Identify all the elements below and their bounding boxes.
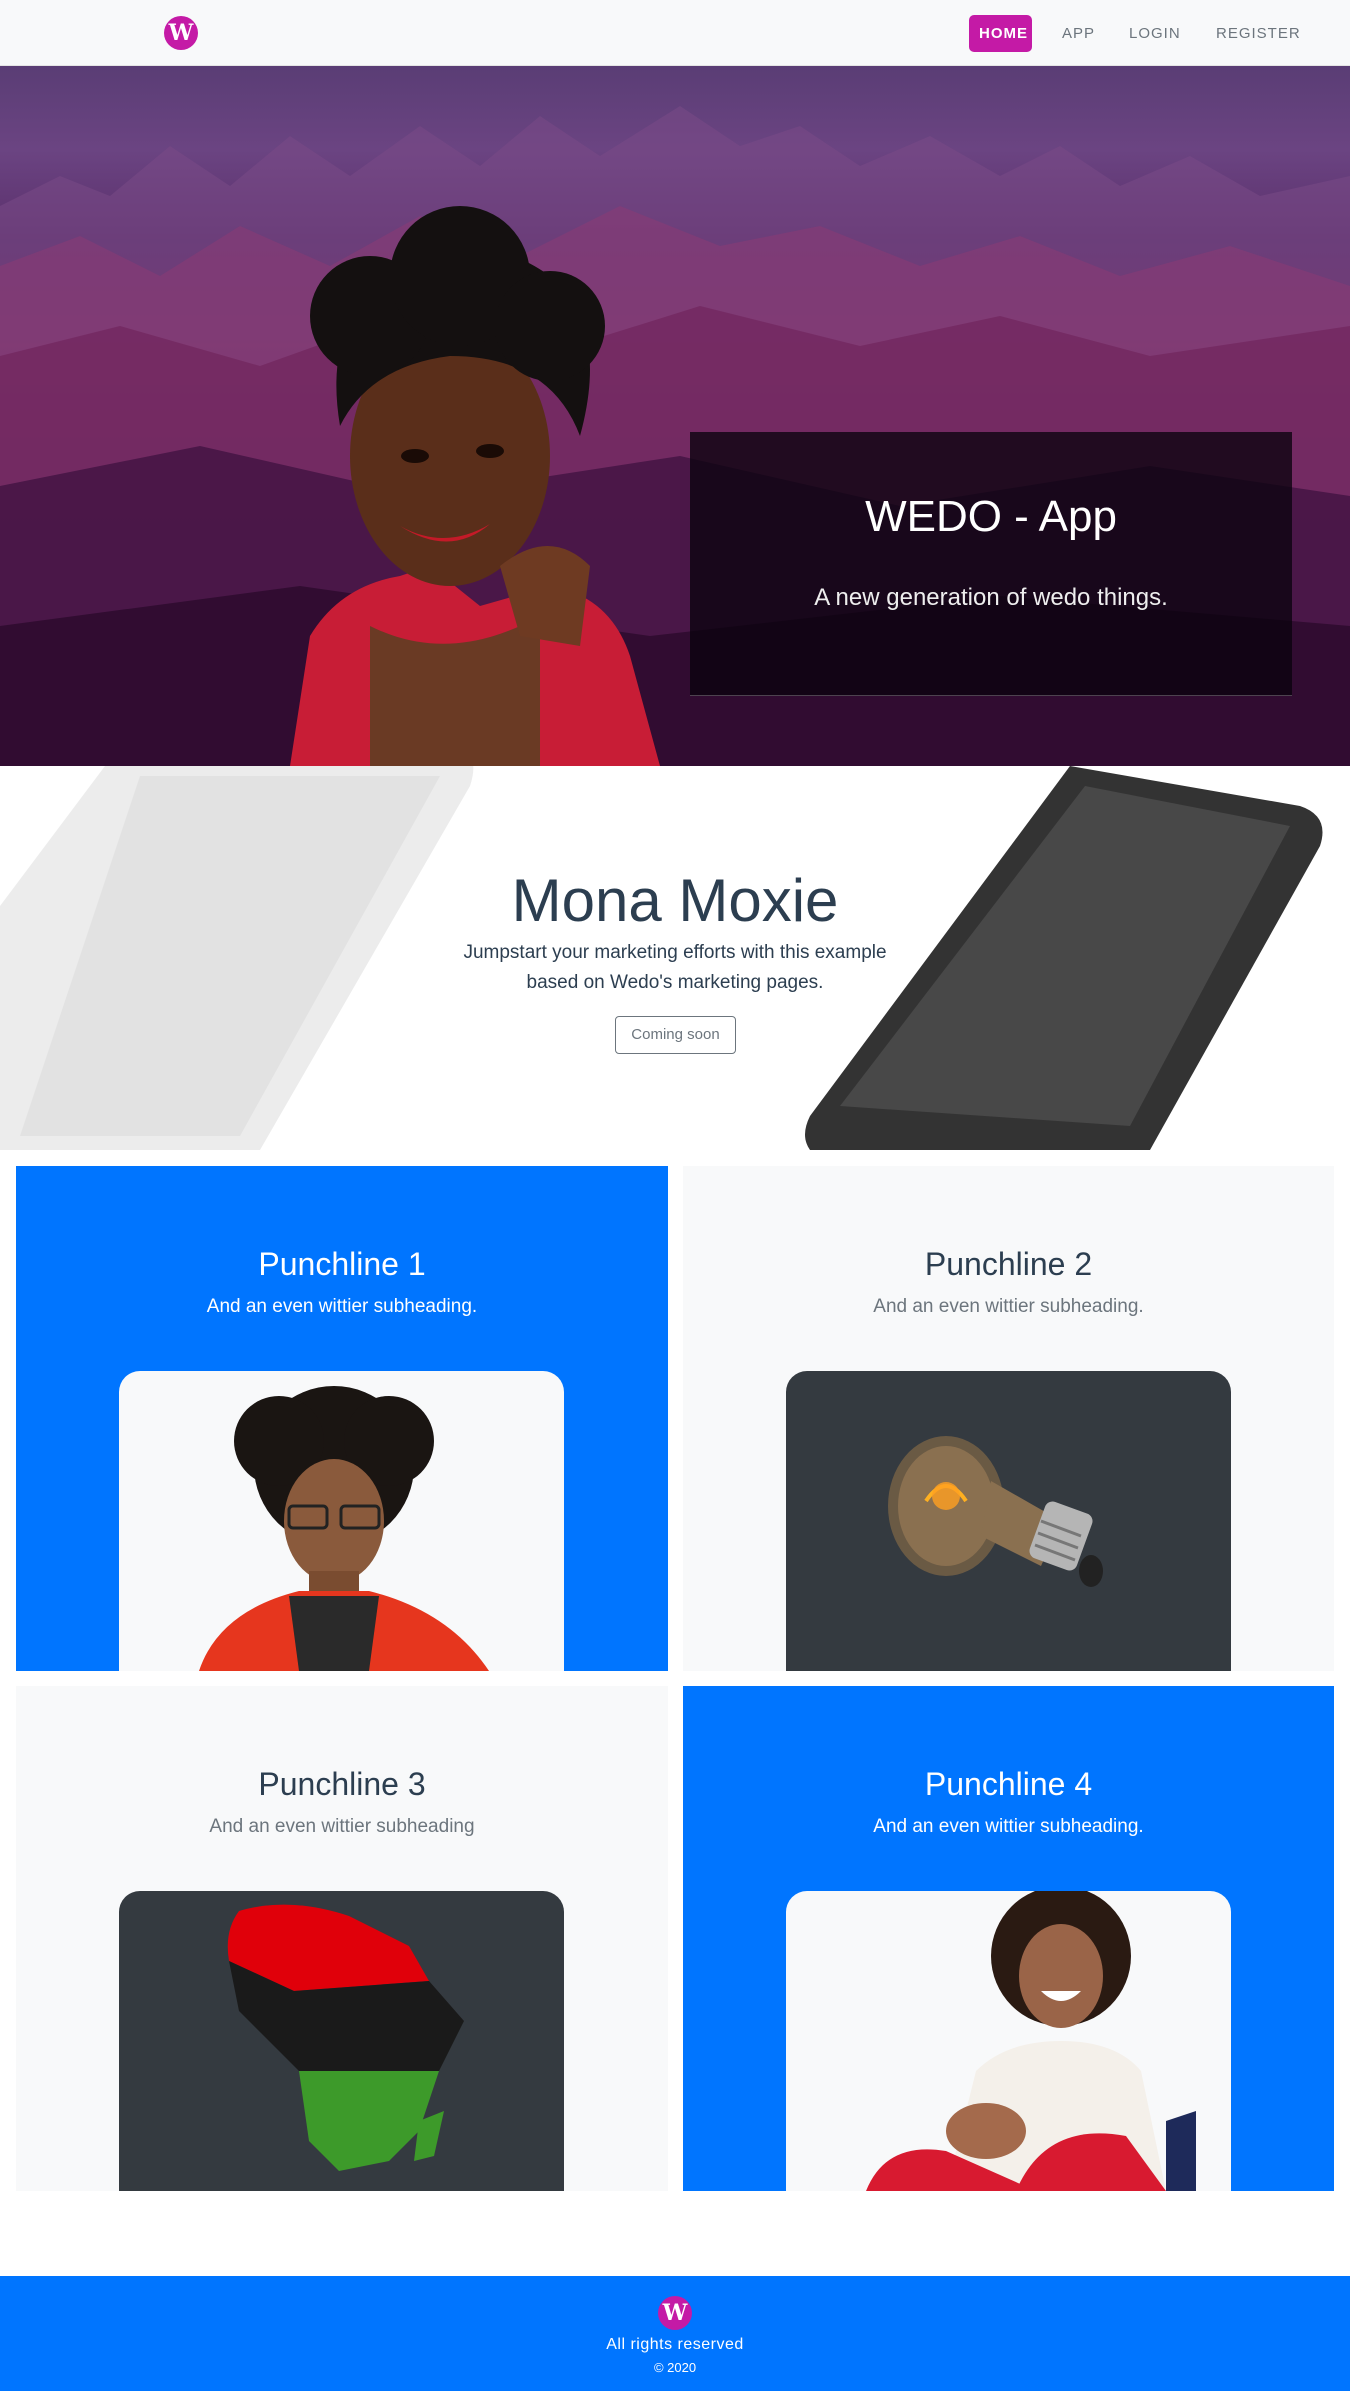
hero-subtitle: A new generation of wedo things. (814, 584, 1168, 611)
hero-woman-image (290, 206, 660, 766)
feature-card-4: Punchline 4 And an even wittier subheadi… (683, 1686, 1334, 2191)
feature-card-2: Punchline 2 And an even wittier subheadi… (683, 1166, 1334, 1671)
navbar: W Home App Login Register (0, 0, 1350, 66)
feature-subtitle: And an even wittier subheading. (873, 1816, 1144, 1837)
feature-card-3: Punchline 3 And an even wittier subheadi… (16, 1686, 668, 2191)
promo-title: Mona Moxie (511, 867, 839, 934)
feature-image-card (786, 1371, 1231, 1671)
promo-text: Jumpstart your marketing efforts with th… (463, 942, 887, 993)
africa-map-flag-image (227, 1904, 464, 2171)
feature-image-card (786, 1891, 1231, 2191)
footer-rights-text: All rights reserved (606, 2336, 744, 2353)
hero-caption-box: WEDO - App A new generation of wedo thin… (690, 432, 1292, 696)
wedo-logo-icon[interactable]: W (658, 2296, 692, 2330)
feature-title: Punchline 3 (258, 1766, 426, 1802)
nav-register-link[interactable]: Register (1206, 15, 1311, 52)
feature-image-card (119, 1371, 564, 1671)
footer-copyright-year: © 2020 (653, 2360, 697, 2375)
laughing-woman-image (866, 1891, 1196, 2191)
young-man-portrait-image (199, 1386, 489, 1671)
feature-subtitle: And an even wittier subheading. (873, 1296, 1144, 1317)
footer: W All rights reserved © 2020 (0, 2276, 1350, 2391)
feature-card-1: Punchline 1 And an even wittier subheadi… (16, 1166, 668, 1671)
logo-letter: W (168, 20, 194, 46)
nav-home-link[interactable]: Home (969, 15, 1032, 52)
feature-image-card (119, 1891, 564, 2191)
light-phone-image (0, 766, 474, 1150)
feature-title: Punchline 4 (924, 1766, 1093, 1802)
promo-section: Mona Moxie Jumpstart your marketing effo… (0, 766, 1350, 1150)
coming-soon-button[interactable]: Coming soon (615, 1016, 736, 1054)
feature-title: Punchline 1 (258, 1246, 426, 1282)
feature-title: Punchline 2 (924, 1246, 1093, 1282)
nav-login-link[interactable]: Login (1119, 15, 1191, 52)
lightbulb-image (888, 1436, 1103, 1587)
hero-title: WEDO - App (865, 492, 1117, 541)
nav-app-link[interactable]: App (1052, 15, 1105, 52)
hero-banner: WEDO - App A new generation of wedo thin… (0, 66, 1350, 766)
wedo-logo-icon[interactable]: W (164, 16, 198, 50)
feature-subtitle: And an even wittier subheading. (206, 1296, 478, 1317)
logo-letter: W (662, 2300, 688, 2326)
feature-subtitle: And an even wittier subheading (209, 1816, 475, 1837)
